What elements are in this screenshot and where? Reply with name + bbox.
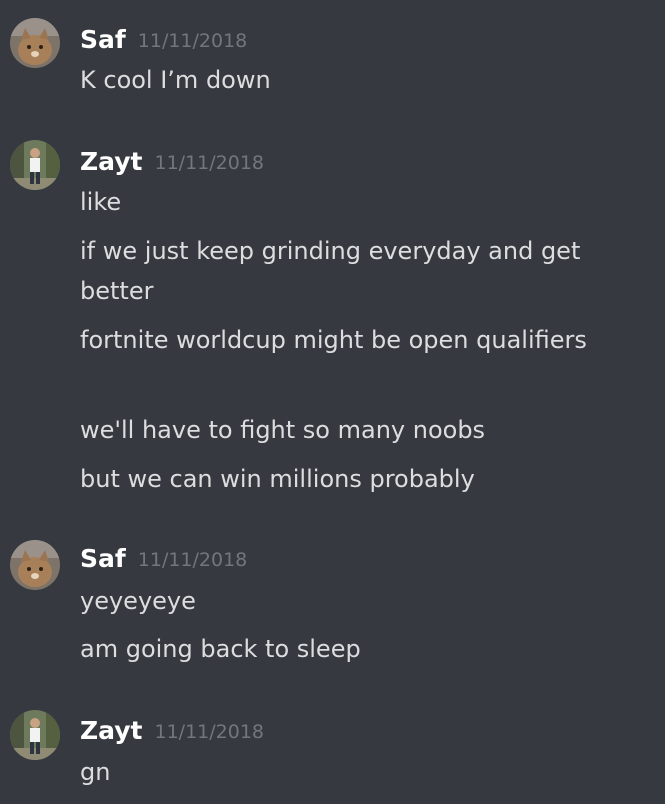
timestamp: 11/11/2018 <box>154 152 264 174</box>
message-text: gn <box>80 758 111 786</box>
message-text: am going back to sleep <box>80 635 361 663</box>
cat-photo-avatar-icon[interactable] <box>10 540 60 590</box>
username[interactable]: Zayt <box>80 147 142 176</box>
person-photo-avatar-icon[interactable] <box>10 710 60 760</box>
timestamp: 11/11/2018 <box>154 721 264 743</box>
timestamp: 11/11/2018 <box>137 30 248 52</box>
message-header: Zayt 11/11/2018 <box>80 147 264 177</box>
username[interactable]: Saf <box>80 25 126 54</box>
message-header: Saf 11/11/2018 <box>80 544 247 574</box>
message-text: yeyeyeye <box>80 587 196 615</box>
cat-photo-avatar-icon[interactable] <box>10 18 60 68</box>
chat-messages: Saf 11/11/2018 K cool I’m down Zayt 11/11/… <box>0 0 665 804</box>
message-text: we'll have to fight so many noobs <box>80 416 486 444</box>
message-header: Zayt 11/11/2018 <box>80 716 264 746</box>
message-text: but we can win millions probably <box>80 465 475 493</box>
message-text: if we just keep grinding everyday and ge… <box>80 237 581 305</box>
message-header: Saf 11/11/2018 <box>80 25 247 55</box>
message-text: like <box>80 188 122 216</box>
timestamp: 11/11/2018 <box>137 549 248 571</box>
person-photo-avatar-icon[interactable] <box>10 140 60 190</box>
message-text: fortnite worldcup might be open qualifie… <box>80 326 587 354</box>
username[interactable]: Saf <box>80 544 126 573</box>
username[interactable]: Zayt <box>80 716 142 745</box>
message-text: K cool I’m down <box>80 66 271 94</box>
